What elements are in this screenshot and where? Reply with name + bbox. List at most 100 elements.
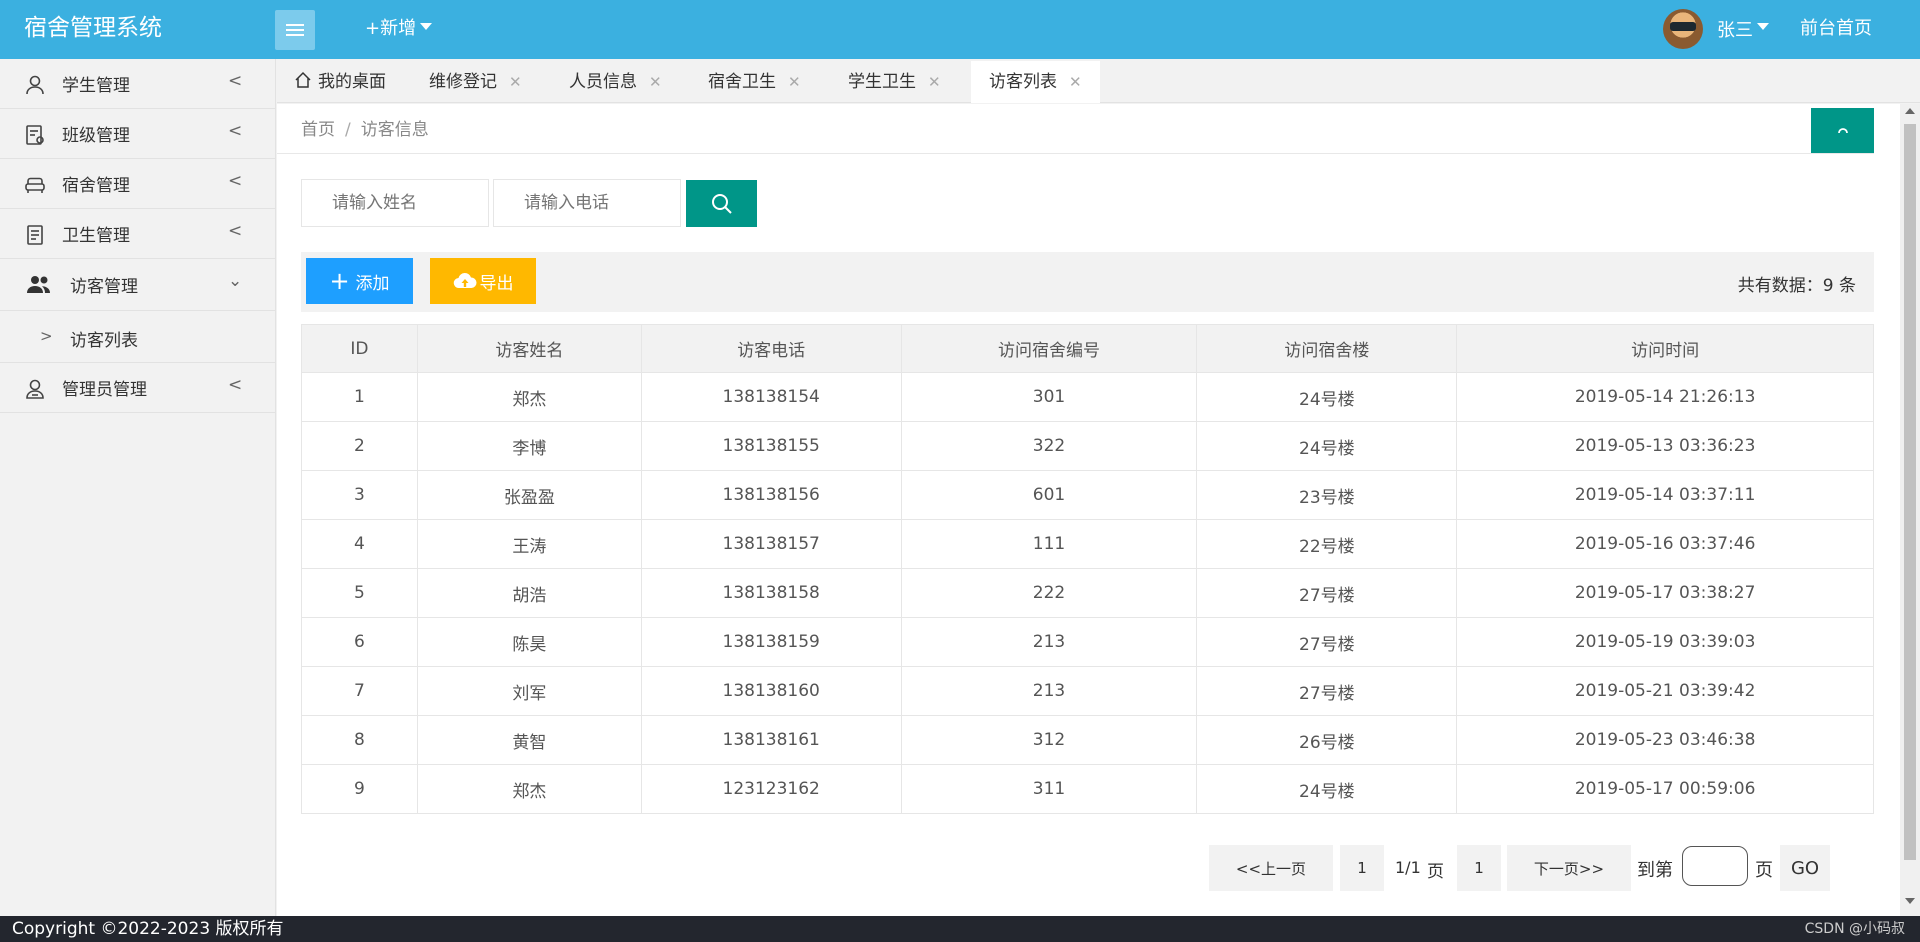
table-row: 3 张盈盈 138138156 601 23号楼 2019-05-14 03:37:11 [301,470,1874,520]
table-row: 2 李博 138138155 322 24号楼 2019-05-13 03:36:23 [301,421,1874,471]
table-cell: 6 [301,617,418,667]
add-button-label: 添加 [355,273,390,294]
phone-search-input[interactable] [493,179,681,227]
column-header: 访问宿舍编号 [900,324,1198,373]
sidebar-item-hygiene[interactable]: 卫生管理 < [0,209,275,259]
sidebar-item-dorm[interactable]: 宿舍管理 < [0,159,275,209]
sidebar-item-label: 访客管理 [70,277,138,297]
table-cell: 2 [301,421,418,471]
table-cell: 2019-05-14 03:37:11 [1456,470,1874,520]
main-content: 首页 / 访客信息 +添加 导出 共有数据：9 条 ID 访客姓名 访客电话 访问宿… [277,104,1900,916]
close-icon[interactable]: ✕ [788,73,801,91]
scroll-thumb[interactable] [1904,124,1916,860]
table-cell: 4 [301,519,418,569]
add-new-menu[interactable]: +新增 [365,0,433,57]
table-cell: 138138155 [640,421,902,471]
close-icon[interactable]: ✕ [509,73,522,91]
plus-icon: + [329,267,350,295]
table-cell: 2019-05-17 00:59:06 [1456,764,1874,814]
table-cell: 24号楼 [1196,764,1458,814]
top-header: 宿舍管理系统 +新增 张三 前台首页 [0,0,1920,59]
table-cell: 24号楼 [1196,421,1458,471]
table-cell: 138138154 [640,372,902,422]
cloud-upload-icon [453,273,477,289]
refresh-button[interactable] [1811,108,1874,153]
table-cell: 5 [301,568,418,618]
sidebar-item-visitor[interactable]: 访客管理 ⌄ [0,259,275,311]
table-cell: 刘军 [416,666,642,716]
admin-icon [26,379,44,399]
sidebar: 学生管理 < 班级管理 < 宿舍管理 < 卫生管理 < 访客管理 ⌄ > 访客列… [0,59,276,916]
table-cell: 7 [301,666,418,716]
close-icon[interactable]: ✕ [928,73,941,91]
sidebar-subitem-visitor-list[interactable]: > 访客列表 [0,311,275,363]
breadcrumb-home[interactable]: 首页 [301,120,335,140]
table-cell: 23号楼 [1196,470,1458,520]
table-cell: 601 [900,470,1198,520]
sidebar-item-label: 班级管理 [62,126,130,146]
chevron-left-icon: < [228,171,243,191]
add-button[interactable]: + 添加 [306,258,413,304]
sidebar-item-label: 卫生管理 [62,226,130,246]
close-icon[interactable]: ✕ [1069,73,1082,91]
export-button-label: 导出 [479,273,514,294]
goto-page-input[interactable] [1682,846,1748,886]
tab-desktop[interactable]: 我的桌面 [294,61,386,103]
column-header: 访问宿舍楼 [1196,324,1458,373]
page-number-button[interactable]: 1 [1340,845,1384,891]
table-cell: 张盈盈 [416,470,642,520]
table-cell: 123123162 [640,764,902,814]
refresh-icon [1837,127,1848,133]
user-menu[interactable]: 张三 [1663,8,1769,50]
current-page-button[interactable]: 1 [1457,845,1501,891]
breadcrumb-separator: / [345,120,351,140]
table-cell: 9 [301,764,418,814]
front-page-link[interactable]: 前台首页 [1800,0,1872,57]
tab-label: 宿舍卫生 [708,72,776,92]
sidebar-item-admin[interactable]: 管理员管理 < [0,363,275,413]
search-button[interactable] [686,180,757,227]
menu-toggle-button[interactable] [275,10,315,50]
search-icon [711,193,732,214]
vertical-scrollbar[interactable] [1900,104,1920,916]
page-info: 1/1 [1395,858,1421,877]
column-header: 访客姓名 [416,324,642,373]
table-cell: 2019-05-13 03:36:23 [1456,421,1874,471]
table-row: 8 黄智 138138161 312 26号楼 2019-05-23 03:46:38 [301,715,1874,765]
prev-page-button[interactable]: <<上一页 [1209,845,1333,891]
export-button[interactable]: 导出 [430,258,536,304]
tab-student-hygiene[interactable]: 学生卫生 ✕ [848,61,941,103]
sidebar-item-class[interactable]: 班级管理 < [0,109,275,159]
table-cell: 213 [900,666,1198,716]
table-cell: 2019-05-19 03:39:03 [1456,617,1874,667]
copyright-text: Copyright ©2022-2023 版权所有 [12,919,284,939]
next-page-button[interactable]: 下一页>> [1507,845,1631,891]
table-cell: 胡浩 [416,568,642,618]
table-cell: 黄智 [416,715,642,765]
divider [277,153,1874,154]
table-cell: 138138158 [640,568,902,618]
table-cell: 111 [900,519,1198,569]
table-cell: 301 [900,372,1198,422]
tab-visitor-list[interactable]: 访客列表 ✕ [971,61,1100,103]
go-button[interactable]: GO [1780,845,1830,891]
tab-personnel[interactable]: 人员信息 ✕ [569,61,662,103]
name-search-input[interactable] [301,179,489,227]
scroll-up-arrow-icon[interactable] [1905,108,1915,114]
table-cell: 138138156 [640,470,902,520]
user-icon [26,75,44,95]
hamburger-icon [286,21,304,39]
close-icon[interactable]: ✕ [649,73,662,91]
column-header: ID [301,324,418,373]
chevron-left-icon: < [228,121,243,141]
tab-dorm-hygiene[interactable]: 宿舍卫生 ✕ [708,61,801,103]
sidebar-item-label: 学生管理 [62,76,130,96]
table-cell: 8 [301,715,418,765]
avatar [1663,9,1703,49]
scroll-down-arrow-icon[interactable] [1905,898,1915,904]
sidebar-item-student[interactable]: 学生管理 < [0,59,275,109]
tab-repair[interactable]: 维修登记 ✕ [429,61,522,103]
table-cell: 2019-05-17 03:38:27 [1456,568,1874,618]
table-cell: 27号楼 [1196,617,1458,667]
table-cell: 26号楼 [1196,715,1458,765]
